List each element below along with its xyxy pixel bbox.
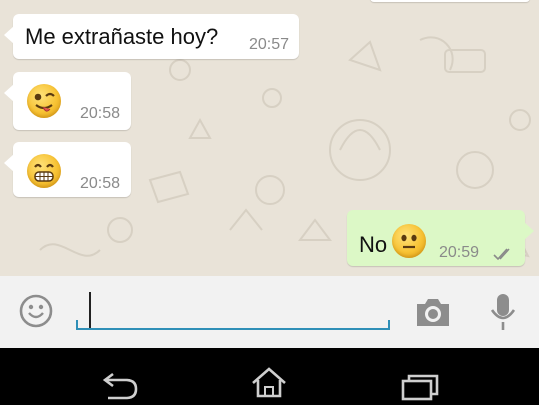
previous-message-edge bbox=[370, 0, 530, 2]
message-time: 20:58 bbox=[80, 175, 121, 192]
message-time: 20:58 bbox=[80, 105, 121, 122]
input-underline-right-tick bbox=[388, 320, 390, 330]
android-navigation-bar bbox=[0, 348, 539, 405]
message-text: No bbox=[359, 232, 388, 257]
grinning-teeth-emoji bbox=[27, 154, 61, 188]
home-icon[interactable] bbox=[249, 366, 289, 400]
bubble-tail bbox=[4, 84, 14, 102]
message-input-bar bbox=[0, 276, 539, 348]
microphone-icon[interactable] bbox=[488, 292, 518, 332]
back-icon[interactable] bbox=[100, 372, 140, 402]
message-input-field[interactable] bbox=[76, 276, 390, 334]
outgoing-message[interactable]: No 20:59 bbox=[347, 210, 534, 266]
message-time: 20:59 bbox=[439, 244, 480, 261]
bubble-tail bbox=[4, 154, 14, 172]
emoji-smiley-icon[interactable] bbox=[18, 293, 54, 329]
winking-tongue-emoji bbox=[27, 84, 61, 118]
neutral-face-emoji bbox=[392, 224, 426, 258]
message-text: Me extrañaste hoy? bbox=[25, 24, 219, 49]
camera-icon[interactable] bbox=[414, 296, 452, 328]
message-time: 20:57 bbox=[249, 36, 290, 53]
chat-area: Me extrañaste hoy? 20:57 20:58 20:58 No … bbox=[0, 0, 539, 276]
text-cursor bbox=[89, 292, 91, 328]
bubble-tail bbox=[4, 26, 14, 44]
incoming-message[interactable]: 20:58 bbox=[4, 72, 131, 130]
input-underline-left-tick bbox=[76, 320, 78, 330]
incoming-message[interactable]: Me extrañaste hoy? 20:57 bbox=[4, 14, 299, 59]
input-underline bbox=[76, 328, 390, 330]
bubble-tail bbox=[524, 222, 534, 240]
incoming-message[interactable]: 20:58 bbox=[4, 142, 131, 197]
read-double-check-icon bbox=[493, 248, 510, 261]
recent-apps-icon[interactable] bbox=[400, 372, 440, 402]
